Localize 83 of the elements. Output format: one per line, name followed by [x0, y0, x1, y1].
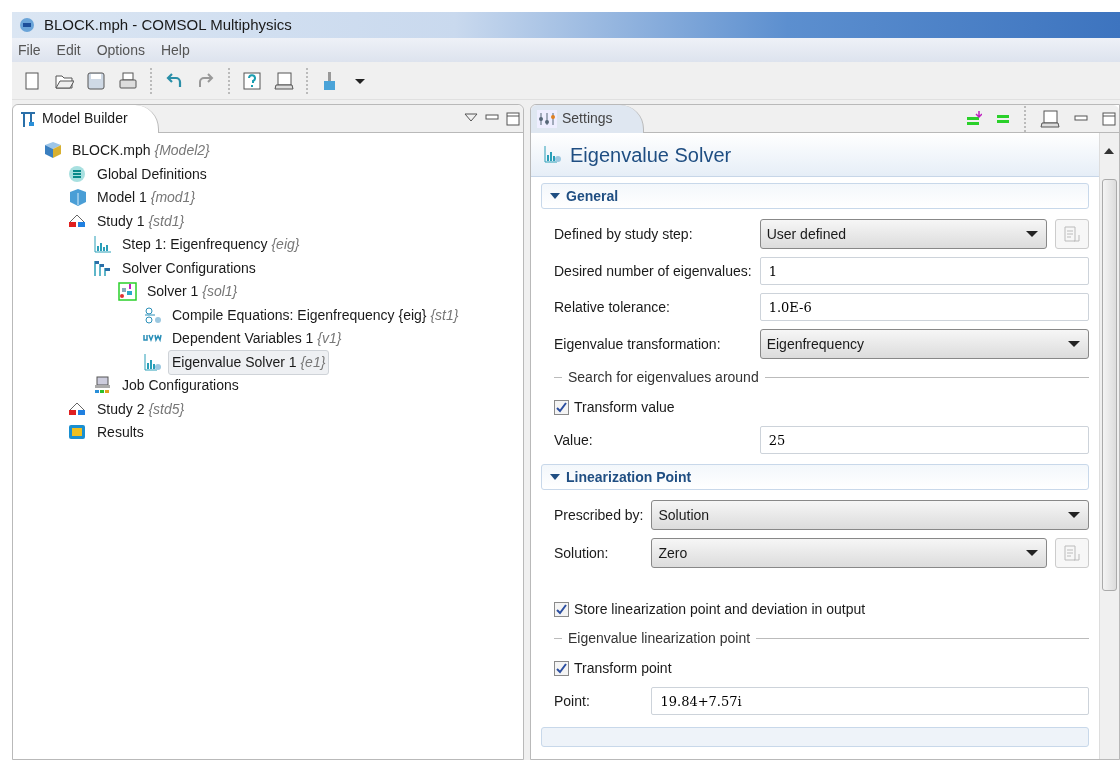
- field-label: Defined by study step:: [554, 224, 694, 244]
- section-header[interactable]: General: [541, 183, 1089, 209]
- field-label: Relative tolerance:: [554, 297, 671, 317]
- checkbox-label: Store linearization point and deviation in output: [574, 599, 866, 619]
- field-label: Eigenvalue transformation:: [554, 334, 722, 354]
- copy-icon: [1063, 544, 1081, 562]
- tree-item[interactable]: Results: [93, 420, 148, 446]
- tree-item[interactable]: Job Configurations: [118, 373, 243, 399]
- laptop-help-icon[interactable]: [1039, 108, 1060, 129]
- settings-heading: Eigenvalue Solver: [570, 142, 732, 168]
- checkbox-label: Transform point: [574, 658, 672, 678]
- maximize-icon[interactable]: [505, 111, 520, 126]
- flags-icon: [93, 258, 112, 278]
- panel-tab[interactable]: Settings: [531, 104, 644, 133]
- section-title: General: [566, 186, 619, 206]
- dropdown[interactable]: User defined: [759, 219, 1047, 249]
- menu-item[interactable]: File: [18, 39, 41, 61]
- checkbox[interactable]: [554, 601, 569, 617]
- menu-item[interactable]: Options: [96, 39, 145, 61]
- input-field[interactable]: 1.0E-6: [759, 293, 1089, 321]
- derivative-icon: [143, 305, 162, 325]
- input-field[interactable]: 1: [759, 257, 1089, 285]
- scrollbar[interactable]: [1099, 133, 1119, 759]
- scroll-thumb[interactable]: [1102, 179, 1117, 591]
- copy-icon: [1063, 225, 1081, 243]
- bar-chart-gear-icon: [543, 145, 562, 164]
- new-file-icon[interactable]: [22, 70, 42, 91]
- menu-item[interactable]: Help: [160, 39, 190, 61]
- window-title: BLOCK.mph - COMSOL Multiphysics: [44, 14, 292, 35]
- field-label: Value:: [554, 430, 594, 450]
- group-label: Eigenvalue linearization point: [568, 629, 751, 648]
- caret-icon: [1068, 511, 1080, 519]
- cube-file-icon: [43, 141, 62, 161]
- tree-item[interactable]: Dependent Variables 1 {v1}: [168, 326, 346, 352]
- computer-icon: [93, 376, 112, 396]
- section-title: Linearization Point: [566, 467, 692, 487]
- tree-item[interactable]: Step 1: Eigenfrequency {eig}: [118, 232, 304, 258]
- caret-icon: [1026, 230, 1038, 238]
- bar-chart-gear-icon: [143, 352, 162, 372]
- tree-item[interactable]: BLOCK.mph {Model2}: [68, 138, 214, 164]
- expanded-arrow-icon: [550, 472, 560, 482]
- solver-icon: [118, 282, 137, 302]
- tree-item[interactable]: Solver Configurations: [118, 255, 260, 281]
- dropdown[interactable]: Zero: [651, 538, 1047, 568]
- checkbox[interactable]: [554, 660, 569, 676]
- bar-chart-icon: [93, 235, 112, 255]
- add-list-icon[interactable]: [965, 110, 982, 127]
- group-label: Search for eigenvalues around: [568, 368, 759, 387]
- app-logo-icon: [18, 17, 36, 33]
- scroll-up-icon[interactable]: [1103, 147, 1115, 156]
- tree-icon: [19, 109, 37, 128]
- view-menu-icon[interactable]: [463, 111, 478, 124]
- checkbox-label: Transform value: [574, 397, 675, 417]
- tree-item[interactable]: Model 1 {mod1}: [93, 185, 200, 211]
- field-label: Point:: [554, 691, 591, 711]
- help-icon[interactable]: [242, 70, 262, 91]
- field-label: Solution:: [554, 543, 610, 563]
- list-icon: [68, 164, 87, 184]
- menu-item[interactable]: Edit: [56, 39, 81, 61]
- sliders-icon: [537, 109, 557, 128]
- field-label: Desired number of eigenvalues:: [554, 261, 753, 281]
- caret-icon: [1068, 340, 1080, 348]
- expanded-arrow-icon: [550, 191, 560, 201]
- tree-item[interactable]: Eigenvalue Solver 1 {e1}: [168, 349, 330, 375]
- tree-item[interactable]: Study 1 {std1}: [93, 208, 189, 234]
- input-field[interactable]: 19.84+7.57i: [651, 687, 1089, 715]
- section-header[interactable]: Linearization Point: [541, 464, 1089, 490]
- maximize-icon[interactable]: [1101, 111, 1116, 126]
- dropdown[interactable]: Solution: [651, 500, 1089, 530]
- printer-icon[interactable]: [118, 70, 138, 91]
- tree-item[interactable]: Solver 1 {sol1}: [143, 279, 242, 305]
- panel-tab[interactable]: Model Builder: [13, 104, 159, 133]
- checkbox[interactable]: [554, 399, 569, 415]
- dropdown[interactable]: Eigenfrequency: [759, 329, 1089, 359]
- caret-icon: [1026, 549, 1038, 557]
- input-field[interactable]: 25: [759, 426, 1089, 454]
- tree-item[interactable]: Study 2 {std5}: [93, 396, 189, 422]
- field-label: Prescribed by:: [554, 505, 645, 525]
- laptop-help-icon[interactable]: [274, 70, 294, 91]
- cube-icon: [68, 188, 87, 208]
- tree-item[interactable]: Global Definitions: [93, 161, 211, 187]
- tree-item[interactable]: Compile Equations: Eigenfrequency {eig} {st1}: [168, 302, 463, 328]
- save-icon[interactable]: [86, 70, 106, 91]
